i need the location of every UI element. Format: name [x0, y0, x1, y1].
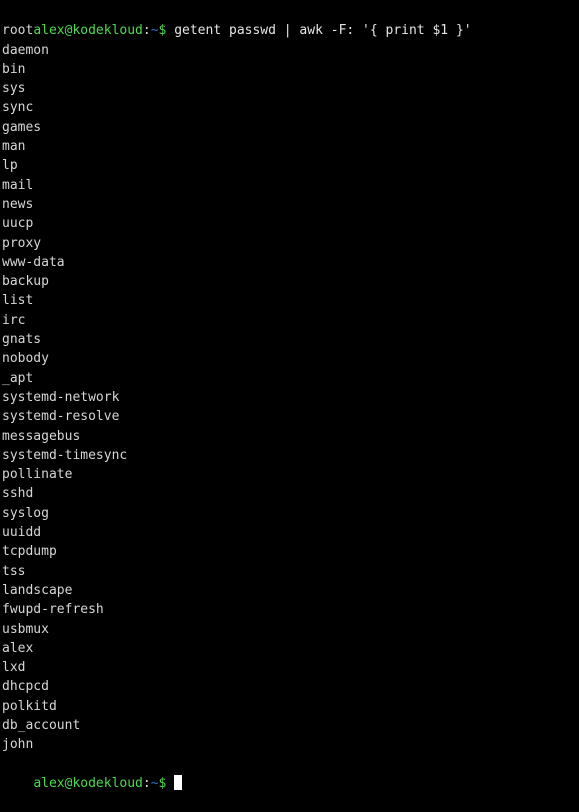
output-line-text: alex [2, 640, 34, 656]
output-line: daemon [2, 41, 579, 60]
output-line: systemd-network [2, 388, 579, 407]
output-line-text: uucp [2, 216, 34, 232]
prompt-path: ~ [150, 23, 159, 39]
output-line-text: daemon [2, 42, 49, 58]
output-line-text: tss [2, 563, 26, 579]
output-line: sys [2, 79, 579, 98]
output-line-text: sys [2, 81, 26, 97]
output-line: uuidd [2, 523, 579, 542]
output-line-text: polkitd [2, 698, 57, 714]
output-line-text: pollinate [2, 467, 73, 483]
output-line-text: mail [2, 177, 34, 193]
output-line-text: bin [2, 61, 26, 77]
output-line: news [2, 195, 579, 214]
terminal-window[interactable]: alex@kodekloud:~$ getent passwd | awk -F… [0, 0, 579, 791]
prompt-user-host: alex@kodekloud [33, 23, 143, 39]
output-line: nobody [2, 349, 579, 368]
output-line-text: gnats [2, 332, 42, 348]
command-line: alex@kodekloud:~$ getent passwd | awk -F… [2, 2, 579, 38]
output-line-text: sshd [2, 486, 34, 502]
output-line-text: db_account [2, 717, 81, 733]
output-line: db_account [2, 716, 579, 735]
output-line-text: tcpdump [2, 544, 57, 560]
output-line-text: games [2, 119, 42, 135]
output-line: systemd-resolve [2, 407, 579, 426]
output-line: backup [2, 272, 579, 291]
output-line: lp [2, 156, 579, 175]
output-line-text: backup [2, 274, 49, 290]
output-line: games [2, 118, 579, 137]
output-line-text: _apt [2, 370, 34, 386]
prompt-colon: : [142, 775, 151, 791]
output-line: _apt [2, 369, 579, 388]
output-line-text: systemd-resolve [2, 409, 120, 425]
output-line: sshd [2, 484, 579, 503]
output-line-text: landscape [2, 582, 73, 598]
output-line: john [2, 735, 579, 754]
output-line-text: news [2, 196, 34, 212]
output-line: dhcpcd [2, 677, 579, 696]
final-prompt-line[interactable]: alex@kodekloud:~$ [2, 755, 579, 791]
output-line: sync [2, 98, 579, 117]
output-line-text: dhcpcd [2, 679, 49, 695]
output-line: man [2, 137, 579, 156]
output-line: mail [2, 176, 579, 195]
output-line-text: fwupd-refresh [2, 602, 104, 618]
output-line-text: systemd-network [2, 389, 120, 405]
output-line: lxd [2, 658, 579, 677]
output-line-text: proxy [2, 235, 42, 251]
output-line: tcpdump [2, 542, 579, 561]
output-line: landscape [2, 581, 579, 600]
output-line: uucp [2, 214, 579, 233]
output-line-text: systemd-timesync [2, 447, 128, 463]
output-line-text: man [2, 139, 26, 155]
command-input: getent passwd | awk -F: '{ print $1 }' [174, 23, 472, 39]
output-line: pollinate [2, 465, 579, 484]
output-line-text: john [2, 737, 34, 753]
prompt-path: ~ [150, 775, 159, 791]
output-line: bin [2, 60, 579, 79]
output-line-text: nobody [2, 351, 49, 367]
output-line: gnats [2, 330, 579, 349]
prompt-user-host: alex@kodekloud [33, 775, 143, 791]
output-line: usbmux [2, 620, 579, 639]
output-line: proxy [2, 234, 579, 253]
prompt-spacer [166, 776, 174, 791]
output-line-text: lp [2, 158, 18, 174]
output-line: fwupd-refresh [2, 600, 579, 619]
output-line: systemd-timesync [2, 446, 579, 465]
output-line-text: uuidd [2, 525, 42, 541]
command-output: root daemon bin sys sync games man lp mail news uu… [2, 21, 579, 754]
output-line: www-data [2, 253, 579, 272]
output-line: polkitd [2, 697, 579, 716]
output-line: alex [2, 639, 579, 658]
output-line: tss [2, 562, 579, 581]
output-line-text: lxd [2, 660, 26, 676]
block-cursor-icon [174, 774, 183, 790]
output-line-text: root [2, 23, 34, 39]
output-line: messagebus [2, 427, 579, 446]
output-line-text: irc [2, 312, 26, 328]
output-line-text: list [2, 293, 34, 309]
output-line: syslog [2, 504, 579, 523]
output-line-text: www-data [2, 254, 65, 270]
output-line: list [2, 291, 579, 310]
output-line-text: messagebus [2, 428, 81, 444]
prompt-colon: : [142, 23, 151, 39]
output-line-text: sync [2, 100, 34, 116]
output-line-text: syslog [2, 505, 49, 521]
output-line: irc [2, 311, 579, 330]
output-line-text: usbmux [2, 621, 49, 637]
